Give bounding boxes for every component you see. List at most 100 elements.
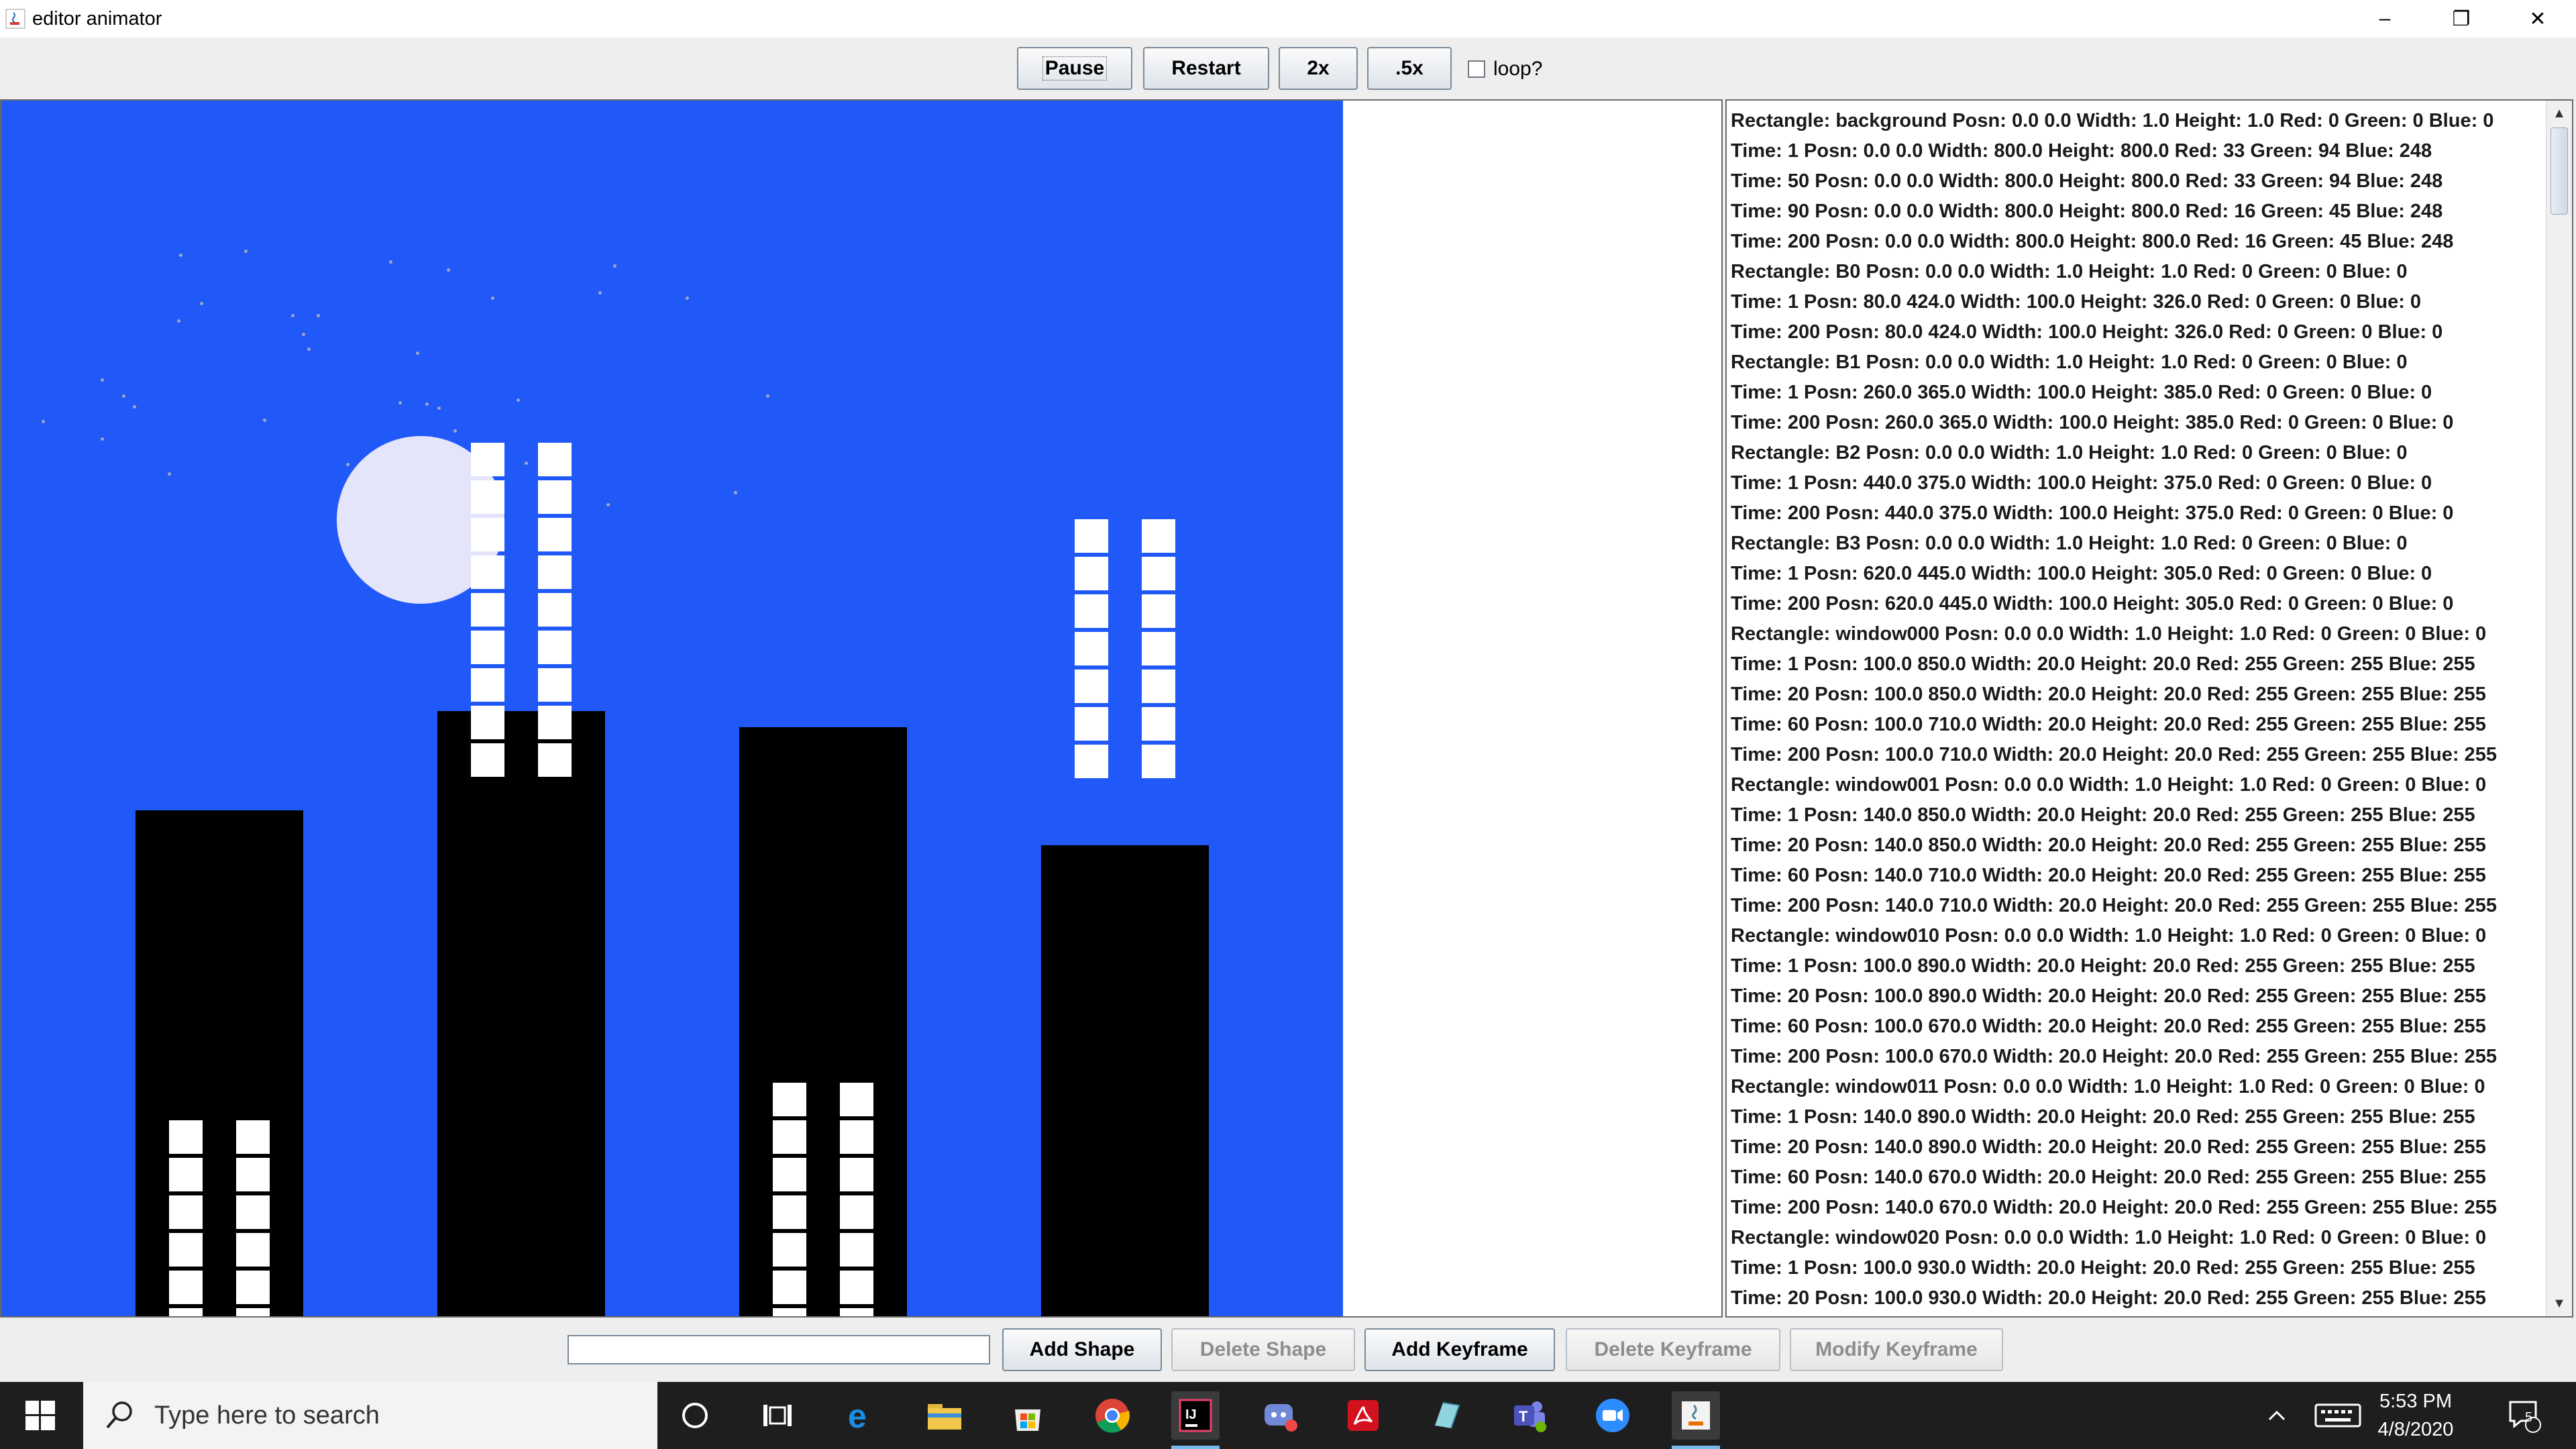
log-line: Time: 1 Posn: 620.0 445.0 Width: 100.0 H… bbox=[1731, 563, 2432, 584]
star bbox=[491, 297, 494, 300]
log-line: Rectangle: B3 Posn: 0.0 0.0 Width: 1.0 H… bbox=[1731, 533, 2408, 554]
loop-checkbox[interactable] bbox=[1468, 60, 1485, 78]
log-line: Rectangle: window010 Posn: 0.0 0.0 Width… bbox=[1731, 925, 2487, 947]
building-window bbox=[471, 668, 504, 702]
modify-keyframe-button[interactable]: Modify Keyframe bbox=[1790, 1328, 2003, 1371]
delete-shape-button[interactable]: Delete Shape bbox=[1171, 1328, 1355, 1371]
star bbox=[291, 314, 294, 317]
star bbox=[302, 333, 305, 336]
building-window bbox=[1075, 707, 1108, 741]
log-line: Rectangle: B2 Posn: 0.0 0.0 Width: 1.0 H… bbox=[1731, 442, 2408, 464]
log-line: Rectangle: B0 Posn: 0.0 0.0 Width: 1.0 H… bbox=[1731, 261, 2408, 282]
building-window bbox=[538, 631, 572, 664]
task-view-icon[interactable] bbox=[753, 1391, 801, 1440]
log-line: Time: 200 Posn: 80.0 424.0 Width: 100.0 … bbox=[1731, 321, 2443, 343]
building-window bbox=[773, 1271, 806, 1304]
log-line: Time: 200 Posn: 0.0 0.0 Width: 800.0 Hei… bbox=[1731, 231, 2454, 252]
building-window bbox=[169, 1308, 203, 1316]
taskbar-clock[interactable]: 5:53 PM 4/8/2020 bbox=[2352, 1387, 2479, 1444]
restart-button[interactable]: Restart bbox=[1143, 47, 1269, 90]
log-line: Time: 200 Posn: 140.0 710.0 Width: 20.0 … bbox=[1731, 895, 2497, 916]
intellij-icon[interactable]: IJ bbox=[1171, 1391, 1220, 1440]
log-line: Time: 60 Posn: 140.0 670.0 Width: 20.0 H… bbox=[1731, 1167, 2486, 1188]
star bbox=[122, 394, 125, 398]
log-line: Time: 60 Posn: 100.0 710.0 Width: 20.0 H… bbox=[1731, 714, 2486, 735]
log-line: Time: 200 Posn: 100.0 670.0 Width: 20.0 … bbox=[1731, 1046, 2497, 1067]
building-window bbox=[236, 1308, 270, 1316]
building-window bbox=[471, 743, 504, 777]
star bbox=[598, 291, 602, 294]
loop-checkbox-row[interactable]: loop? bbox=[1468, 58, 1542, 80]
pause-button[interactable]: Pause bbox=[1017, 47, 1132, 90]
building-window bbox=[773, 1195, 806, 1229]
building-window bbox=[538, 593, 572, 627]
start-button[interactable] bbox=[0, 1382, 80, 1449]
building-window bbox=[1142, 519, 1175, 553]
star bbox=[425, 402, 429, 406]
teams-icon[interactable]: T bbox=[1505, 1391, 1554, 1440]
scrollbar-thumb[interactable] bbox=[2551, 127, 2568, 215]
zoom-icon[interactable] bbox=[1589, 1391, 1637, 1440]
java-active-indicator bbox=[1672, 1446, 1720, 1449]
building-window bbox=[236, 1120, 270, 1154]
add-keyframe-button[interactable]: Add Keyframe bbox=[1364, 1328, 1555, 1371]
shape-name-input[interactable] bbox=[568, 1335, 990, 1364]
building-window bbox=[1075, 745, 1108, 778]
notepad-icon[interactable] bbox=[1422, 1391, 1470, 1440]
edge-icon[interactable]: e bbox=[837, 1391, 885, 1440]
building-window bbox=[169, 1195, 203, 1229]
slow-down-button[interactable]: .5x bbox=[1367, 47, 1452, 90]
building-window bbox=[840, 1308, 873, 1316]
log-line: Rectangle: background Posn: 0.0 0.0 Widt… bbox=[1731, 110, 2494, 131]
building-window bbox=[1142, 632, 1175, 665]
java-taskbar-icon[interactable] bbox=[1672, 1391, 1720, 1440]
show-hidden-icons-chevron-icon[interactable] bbox=[2257, 1382, 2297, 1449]
cortana-icon[interactable] bbox=[671, 1391, 719, 1440]
file-explorer-icon[interactable] bbox=[920, 1391, 969, 1440]
discord-icon[interactable] bbox=[1256, 1391, 1304, 1440]
restore-button[interactable]: ❐ bbox=[2423, 0, 2500, 38]
star bbox=[346, 463, 350, 466]
clock-time: 5:53 PM bbox=[2379, 1391, 2452, 1412]
microsoft-store-icon[interactable] bbox=[1004, 1391, 1052, 1440]
log-line: Time: 20 Posn: 100.0 930.0 Width: 20.0 H… bbox=[1731, 1287, 2486, 1309]
building-window bbox=[236, 1158, 270, 1191]
building-window bbox=[169, 1271, 203, 1304]
vertical-scrollbar[interactable]: ▲ ▼ bbox=[2546, 101, 2572, 1316]
building-window bbox=[773, 1120, 806, 1154]
star bbox=[416, 352, 419, 355]
building-window bbox=[1075, 594, 1108, 628]
java-app-icon bbox=[4, 7, 27, 30]
close-button[interactable]: ✕ bbox=[2500, 0, 2576, 38]
scroll-down-arrow-icon[interactable]: ▼ bbox=[2546, 1291, 2572, 1316]
log-line: Time: 1 Posn: 100.0 890.0 Width: 20.0 He… bbox=[1731, 955, 2475, 977]
loop-label: loop? bbox=[1493, 58, 1543, 80]
svg-text:e: e bbox=[848, 1398, 867, 1433]
building-window bbox=[840, 1271, 873, 1304]
minimize-button[interactable]: – bbox=[2347, 0, 2423, 38]
animation-text-panel[interactable]: Rectangle: background Posn: 0.0 0.0 Widt… bbox=[1725, 99, 2573, 1318]
action-center-icon[interactable]: 5 bbox=[2497, 1382, 2551, 1449]
log-line: Time: 200 Posn: 260.0 365.0 Width: 100.0… bbox=[1731, 412, 2454, 433]
building-window bbox=[471, 593, 504, 627]
chrome-icon[interactable] bbox=[1088, 1391, 1136, 1440]
building-window bbox=[471, 443, 504, 476]
taskbar-search-box[interactable]: Type here to search bbox=[83, 1382, 657, 1449]
log-line: Time: 20 Posn: 100.0 850.0 Width: 20.0 H… bbox=[1731, 684, 2486, 705]
log-line: Time: 60 Posn: 140.0 710.0 Width: 20.0 H… bbox=[1731, 865, 2486, 886]
building-window bbox=[1142, 557, 1175, 590]
add-shape-button[interactable]: Add Shape bbox=[1002, 1328, 1162, 1371]
log-line: Rectangle: window001 Posn: 0.0 0.0 Width… bbox=[1731, 774, 2487, 796]
animation-canvas[interactable] bbox=[0, 99, 1723, 1318]
building-window bbox=[169, 1233, 203, 1267]
star bbox=[244, 250, 248, 253]
building-window bbox=[1142, 594, 1175, 628]
log-line: Time: 90 Posn: 0.0 0.0 Width: 800.0 Heig… bbox=[1731, 201, 2443, 222]
scroll-up-arrow-icon[interactable]: ▲ bbox=[2546, 101, 2572, 126]
speed-up-button[interactable]: 2x bbox=[1279, 47, 1358, 90]
log-line: Rectangle: window000 Posn: 0.0 0.0 Width… bbox=[1731, 623, 2487, 645]
building-window bbox=[471, 631, 504, 664]
acrobat-icon[interactable] bbox=[1339, 1391, 1387, 1440]
delete-keyframe-button[interactable]: Delete Keyframe bbox=[1566, 1328, 1780, 1371]
star bbox=[179, 254, 182, 257]
